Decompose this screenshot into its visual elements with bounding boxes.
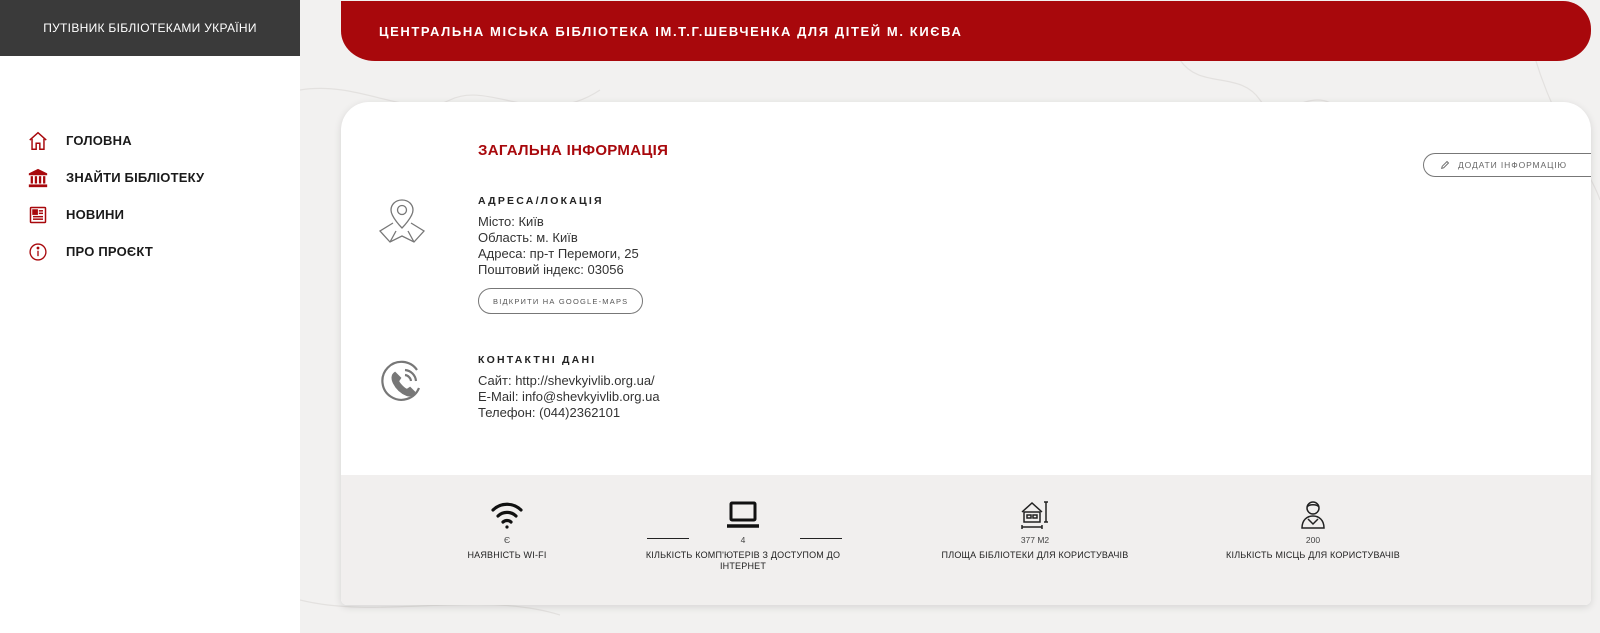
- phone-icon: [375, 356, 429, 410]
- library-stats: Є НАЯВНІСТЬ WI-FI 4 КІЛЬКІСТЬ КОМП'ЮТЕРІ…: [341, 475, 1591, 605]
- library-title-banner: ЦЕНТРАЛЬНА МІСЬКА БІБЛІОТЕКА ІМ.Т.Г.ШЕВЧ…: [341, 1, 1591, 61]
- stat-label: НАЯВНІСТЬ WI-FI: [467, 550, 547, 560]
- sidebar-item-about[interactable]: ПРО ПРОЄКТ: [26, 233, 300, 270]
- address-block: АДРЕСА/ЛОКАЦІЯ Місто: Київ Область: м. К…: [478, 195, 644, 314]
- address-region: Область: м. Київ: [478, 230, 578, 245]
- newspaper-icon: [26, 203, 50, 227]
- stat-value: 377 М2: [1020, 535, 1050, 545]
- address-city: Місто: Київ: [478, 214, 544, 229]
- stat-label: ПЛОЩА БІБЛІОТЕКИ ДЛЯ КОРИСТУВАЧІВ: [941, 550, 1129, 560]
- general-info-card: ЗАГАЛЬНА ІНФОРМАЦІЯ ДОДАТИ ІНФОРМАЦІЮ АД…: [341, 102, 1591, 605]
- address-postcode: Поштовий індекс: 03056: [478, 262, 624, 277]
- site-brand[interactable]: ПУТІВНИК БІБЛІОТЕКАМИ УКРАЇНИ: [0, 0, 300, 56]
- stat-value: 4: [740, 535, 746, 545]
- sidebar-item-home[interactable]: ГОЛОВНА: [26, 122, 300, 159]
- open-google-maps-button[interactable]: ВІДКРИТИ НА GOOGLE-MAPS: [478, 288, 644, 314]
- contacts-block: КОНТАКТНІ ДАНІ Сайт: http://shevkyivlib.…: [478, 354, 660, 421]
- sidebar-item-label: ГОЛОВНА: [66, 133, 132, 148]
- contact-site[interactable]: Сайт: http://shevkyivlib.org.ua/: [478, 373, 660, 389]
- section-title: ЗАГАЛЬНА ІНФОРМАЦІЯ: [478, 142, 669, 159]
- add-info-button[interactable]: ДОДАТИ ІНФОРМАЦІЮ: [1423, 153, 1591, 177]
- home-icon: [26, 129, 50, 153]
- stat-seats: 200 КІЛЬКІСТЬ МІСЦЬ ДЛЯ КОРИСТУВАЧІВ: [1213, 497, 1413, 561]
- contact-email[interactable]: E-Mail: info@shevkyivlib.org.ua: [478, 389, 660, 405]
- site-brand-label[interactable]: ПУТІВНИК БІБЛІОТЕКАМИ УКРАЇНИ: [43, 21, 257, 35]
- stat-label: КІЛЬКІСТЬ МІСЦЬ ДЛЯ КОРИСТУВАЧІВ: [1226, 550, 1400, 560]
- stat-area: 377 М2 ПЛОЩА БІБЛІОТЕКИ ДЛЯ КОРИСТУВАЧІВ: [935, 497, 1135, 561]
- add-info-label: ДОДАТИ ІНФОРМАЦІЮ: [1458, 160, 1568, 170]
- sidebar-item-label: НОВИНИ: [66, 207, 125, 222]
- contact-phone: Телефон: (044)2362101: [478, 405, 621, 420]
- sidebar: ПУТІВНИК БІБЛІОТЕКАМИ УКРАЇНИ ГОЛОВНА ЗН…: [0, 0, 300, 633]
- stat-label: КІЛЬКІСТЬ КОМП'ЮТЕРІВ З ДОСТУПОМ ДО ІНТЕ…: [645, 550, 841, 571]
- stat-computers: 4 КІЛЬКІСТЬ КОМП'ЮТЕРІВ З ДОСТУПОМ ДО ІН…: [643, 497, 843, 572]
- address-heading: АДРЕСА/ЛОКАЦІЯ: [478, 195, 604, 207]
- sidebar-item-label: ЗНАЙТИ БІБЛІОТЕКУ: [66, 170, 205, 185]
- map-location-icon: [375, 194, 429, 248]
- wifi-icon: [490, 497, 524, 533]
- laptop-icon: [725, 497, 761, 533]
- library-area-icon: [1018, 497, 1052, 533]
- library-title: ЦЕНТРАЛЬНА МІСЬКА БІБЛІОТЕКА ІМ.Т.Г.ШЕВЧ…: [379, 23, 963, 39]
- contacts-heading: КОНТАКТНІ ДАНІ: [478, 354, 597, 366]
- user-seat-icon: [1298, 497, 1328, 533]
- address-street: Адреса: пр-т Перемоги, 25: [478, 246, 639, 261]
- stat-value: 200: [1305, 535, 1321, 545]
- pencil-icon: [1440, 160, 1450, 170]
- info-icon: [26, 240, 50, 264]
- sidebar-item-label: ПРО ПРОЄКТ: [66, 244, 153, 259]
- stat-value: Є: [503, 535, 511, 545]
- library-building-icon: [26, 166, 50, 190]
- sidebar-item-news[interactable]: НОВИНИ: [26, 196, 300, 233]
- stat-wifi: Є НАЯВНІСТЬ WI-FI: [407, 497, 607, 561]
- sidebar-item-find-library[interactable]: ЗНАЙТИ БІБЛІОТЕКУ: [26, 159, 300, 196]
- sidebar-nav: ГОЛОВНА ЗНАЙТИ БІБЛІОТЕКУ НОВИНИ ПРО ПРО…: [0, 122, 300, 270]
